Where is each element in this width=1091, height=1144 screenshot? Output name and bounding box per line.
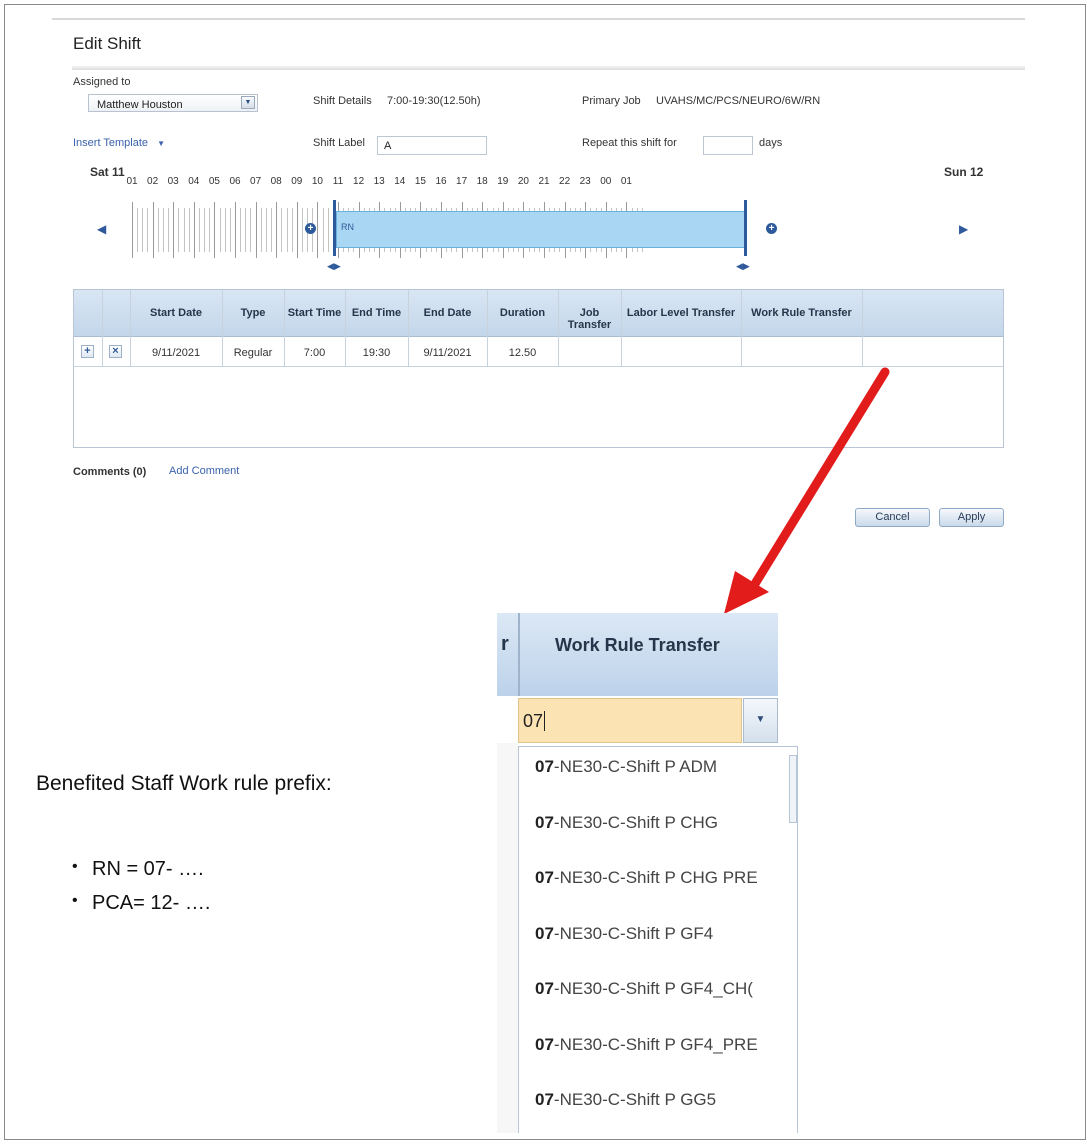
option-prefix: 07 xyxy=(535,923,554,943)
note-bullet-rn: RN = 07- …. xyxy=(72,858,210,892)
option-prefix: 07 xyxy=(535,1090,554,1109)
work-rule-input-value: 07 xyxy=(523,711,544,731)
work-rule-input[interactable]: 07 xyxy=(518,698,742,743)
dropdown-scrollbar[interactable] xyxy=(789,755,797,823)
option-prefix: 07 xyxy=(535,757,554,776)
option-rest: -NE30-C-Shift P GF4_PRE xyxy=(553,1034,758,1054)
work-rule-dropdown-list[interactable]: 07-NE30-C-Shift P ADM 07-NE30-C-Shift P C… xyxy=(518,746,798,1133)
note-title: Benefited Staff Work rule prefix: xyxy=(36,772,332,795)
option-prefix: 07 xyxy=(535,1034,554,1054)
work-rule-option[interactable]: 07-NE30-C-Shift P CHG xyxy=(535,813,718,833)
work-rule-option[interactable]: 07-NE30-C-Shift P GG5 xyxy=(535,1090,716,1110)
zoom-header-fragment: r xyxy=(501,633,509,655)
option-rest: -NE30-C-Shift P GG5 xyxy=(553,1090,717,1109)
option-rest: -NE30-C-Shift P CHG xyxy=(553,812,718,832)
work-rule-option[interactable]: 07-NE30-C-Shift P GF4_CH( xyxy=(535,979,753,999)
zoom-header: r Work Rule Transfer xyxy=(497,613,778,696)
work-rule-zoom: r Work Rule Transfer 07 ▼ 07-NE30-C-Shif… xyxy=(497,613,809,1133)
option-prefix: 07 xyxy=(535,812,554,832)
chevron-down-icon[interactable]: ▼ xyxy=(743,698,778,743)
work-rule-option[interactable]: 07-NE30-C-Shift P ADM xyxy=(535,757,717,777)
zoom-left-cell xyxy=(497,743,518,1133)
option-prefix: 07 xyxy=(535,868,554,887)
option-prefix: 07 xyxy=(535,979,554,998)
option-rest: -NE30-C-Shift P ADM xyxy=(553,757,718,776)
zoom-header-title: Work Rule Transfer xyxy=(555,635,720,655)
note-bullets: RN = 07- …. PCA= 12- …. xyxy=(72,858,210,926)
zoom-header-divider xyxy=(518,613,520,696)
option-rest: -NE30-C-Shift P CHG PRE xyxy=(553,868,758,887)
work-rule-option[interactable]: 07-NE30-C-Shift P GF4_PRE xyxy=(535,1035,758,1055)
work-rule-option[interactable]: 07-NE30-C-Shift P CHG PRE xyxy=(535,868,758,888)
option-rest: -NE30-C-Shift P GF4 xyxy=(553,923,714,943)
note-bullet-pca: PCA= 12- …. xyxy=(72,892,210,926)
work-rule-option[interactable]: 07-NE30-C-Shift P GF4 xyxy=(535,924,713,944)
option-rest: -NE30-C-Shift P GF4_CH( xyxy=(553,979,753,998)
